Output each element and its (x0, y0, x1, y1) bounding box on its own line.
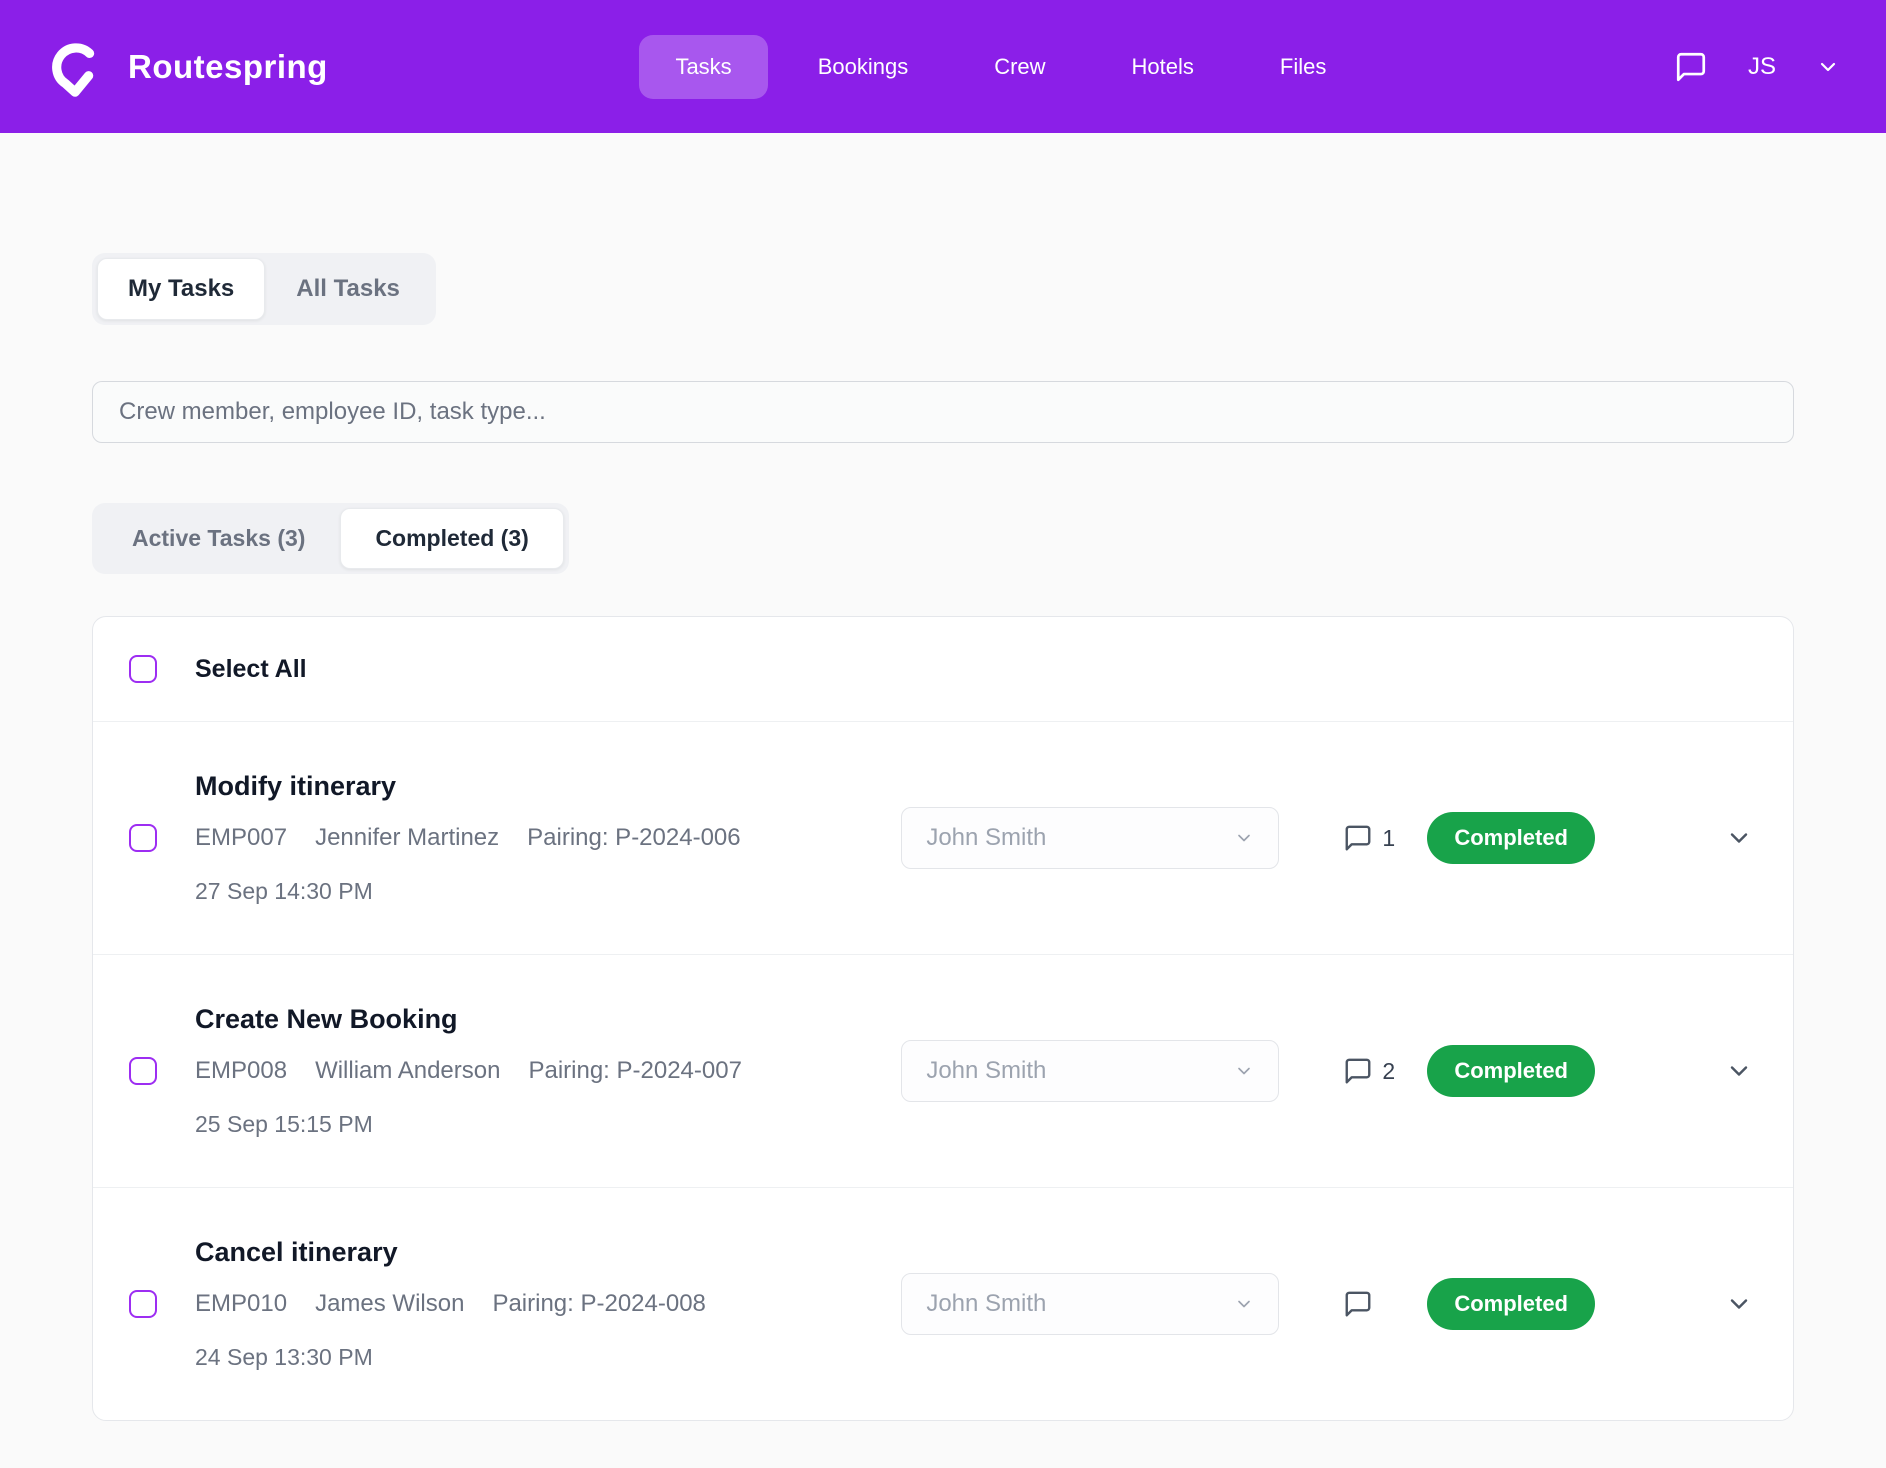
tab-active-tasks[interactable]: Active Tasks (3) (97, 508, 340, 569)
view-toggle: My Tasks All Tasks (92, 253, 436, 325)
select-all-label: Select All (195, 655, 307, 684)
comments-button[interactable]: 2 (1343, 1056, 1409, 1086)
assignee-select[interactable]: John Smith (901, 1273, 1279, 1335)
expand-row-chevron-down-icon[interactable] (1725, 1290, 1753, 1318)
task-title: Modify itinerary (195, 771, 901, 802)
pairing-ref: Pairing: P-2024-008 (492, 1290, 705, 1318)
user-menu-chevron-down-icon[interactable] (1816, 55, 1840, 79)
app-header: Routespring Tasks Bookings Crew Hotels F… (0, 0, 1886, 133)
status-badge: Completed (1427, 1045, 1595, 1097)
select-chevron-down-icon (1234, 1294, 1254, 1314)
task-controls: John Smith 1 Completed (901, 807, 1753, 869)
search-input[interactable] (92, 381, 1794, 443)
main-content: My Tasks All Tasks Active Tasks (3) Comp… (0, 133, 1886, 1421)
task-timestamp: 27 Sep 14:30 PM (195, 878, 901, 905)
task-list-card: Select All Modify itinerary EMP007 Jenni… (92, 616, 1794, 1421)
employee-name: Jennifer Martinez (315, 824, 499, 852)
task-row: Modify itinerary EMP007 Jennifer Martine… (93, 721, 1793, 954)
comment-count: 1 (1382, 825, 1395, 852)
employee-name: William Anderson (315, 1057, 500, 1085)
task-meta: EMP007 Jennifer Martinez Pairing: P-2024… (195, 824, 901, 852)
employee-id: EMP007 (195, 824, 287, 852)
assignee-name: John Smith (926, 1057, 1046, 1085)
assignee-select[interactable]: John Smith (901, 1040, 1279, 1102)
comments-button[interactable]: 1 (1343, 823, 1409, 853)
nav-tab-bookings[interactable]: Bookings (782, 35, 945, 99)
comment-icon (1343, 1056, 1373, 1086)
task-row: Cancel itinerary EMP010 James Wilson Pai… (93, 1187, 1793, 1420)
employee-id: EMP010 (195, 1290, 287, 1318)
select-all-row: Select All (93, 617, 1793, 721)
nav-tab-hotels[interactable]: Hotels (1096, 35, 1230, 99)
select-chevron-down-icon (1234, 828, 1254, 848)
main-nav: Tasks Bookings Crew Hotels Files (639, 35, 1362, 99)
chat-icon[interactable] (1674, 50, 1708, 84)
status-filter-tabs: Active Tasks (3) Completed (3) (92, 503, 569, 574)
expand-row-chevron-down-icon[interactable] (1725, 1057, 1753, 1085)
nav-tab-tasks[interactable]: Tasks (639, 35, 767, 99)
task-title: Cancel itinerary (195, 1237, 901, 1268)
assignee-name: John Smith (926, 1290, 1046, 1318)
task-main: Create New Booking EMP008 William Anders… (195, 1004, 901, 1138)
task-checkbox[interactable] (129, 1290, 157, 1318)
brand-name: Routespring (128, 48, 328, 86)
comment-count: 2 (1382, 1058, 1395, 1085)
task-controls: John Smith Completed (901, 1273, 1753, 1335)
toggle-all-tasks[interactable]: All Tasks (265, 258, 431, 320)
task-meta: EMP010 James Wilson Pairing: P-2024-008 (195, 1290, 901, 1318)
employee-id: EMP008 (195, 1057, 287, 1085)
tab-completed-tasks[interactable]: Completed (3) (340, 508, 563, 569)
employee-name: James Wilson (315, 1290, 464, 1318)
task-main: Cancel itinerary EMP010 James Wilson Pai… (195, 1237, 901, 1371)
task-row: Create New Booking EMP008 William Anders… (93, 954, 1793, 1187)
task-meta: EMP008 William Anderson Pairing: P-2024-… (195, 1057, 901, 1085)
pairing-ref: Pairing: P-2024-007 (528, 1057, 741, 1085)
status-badge: Completed (1427, 1278, 1595, 1330)
assignee-select[interactable]: John Smith (901, 807, 1279, 869)
search-wrap (92, 381, 1794, 443)
nav-tab-files[interactable]: Files (1244, 35, 1362, 99)
select-all-checkbox[interactable] (129, 655, 157, 683)
user-initials[interactable]: JS (1748, 53, 1776, 81)
task-checkbox[interactable] (129, 824, 157, 852)
expand-row-chevron-down-icon[interactable] (1725, 824, 1753, 852)
assignee-name: John Smith (926, 824, 1046, 852)
select-chevron-down-icon (1234, 1061, 1254, 1081)
brand: Routespring (46, 36, 328, 98)
nav-tab-crew[interactable]: Crew (958, 35, 1081, 99)
header-right: JS (1674, 50, 1840, 84)
task-timestamp: 25 Sep 15:15 PM (195, 1111, 901, 1138)
comments-button[interactable] (1343, 1289, 1409, 1319)
task-title: Create New Booking (195, 1004, 901, 1035)
task-main: Modify itinerary EMP007 Jennifer Martine… (195, 771, 901, 905)
status-badge: Completed (1427, 812, 1595, 864)
toggle-my-tasks[interactable]: My Tasks (97, 258, 265, 320)
comment-icon (1343, 1289, 1373, 1319)
task-checkbox[interactable] (129, 1057, 157, 1085)
comment-icon (1343, 823, 1373, 853)
task-controls: John Smith 2 Completed (901, 1040, 1753, 1102)
pairing-ref: Pairing: P-2024-006 (527, 824, 740, 852)
routespring-logo-icon (46, 36, 108, 98)
task-timestamp: 24 Sep 13:30 PM (195, 1344, 901, 1371)
